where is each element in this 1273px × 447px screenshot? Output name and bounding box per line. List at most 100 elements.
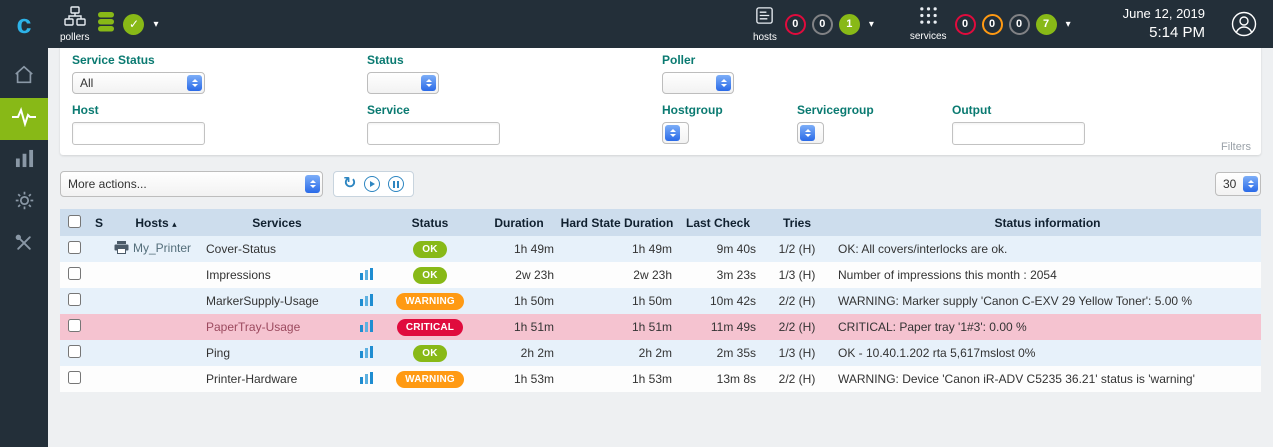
sidebar-item-configuration[interactable] — [0, 182, 48, 224]
duration-cell: 1h 53m — [480, 366, 558, 392]
duration-cell: 1h 49m — [480, 236, 558, 262]
row-select-cell — [60, 314, 88, 340]
duration-cell: 1h 50m — [480, 288, 558, 314]
select-all-checkbox[interactable] — [68, 215, 81, 228]
pollers-menu[interactable]: pollers — [60, 6, 89, 43]
service-cell: Ping — [202, 340, 352, 366]
chart-icon[interactable] — [360, 294, 373, 306]
chart-cell — [352, 236, 380, 262]
dropdown-arrows-icon — [716, 75, 731, 91]
service-status-select[interactable]: All — [72, 72, 205, 94]
chart-cell — [352, 262, 380, 288]
centreon-logo[interactable]: c — [0, 0, 48, 48]
header-hosts[interactable]: Hosts ▴ — [110, 209, 202, 236]
service-link[interactable]: Printer-Hardware — [206, 372, 297, 386]
services-chevron-down-icon[interactable]: ▾ — [1066, 19, 1071, 30]
pollers-chevron-down-icon[interactable]: ▾ — [153, 19, 158, 30]
status-select[interactable] — [367, 72, 439, 94]
hostgroup-select[interactable] — [662, 122, 689, 144]
row-select-checkbox[interactable] — [68, 293, 81, 306]
services-table: S Hosts ▴ Services Status Duration Hard … — [60, 209, 1261, 392]
sidebar-item-monitoring[interactable] — [0, 98, 48, 140]
row-select-checkbox[interactable] — [68, 241, 81, 254]
host-cell — [110, 262, 202, 288]
more-actions-value: More actions... — [68, 177, 147, 191]
home-icon — [13, 64, 35, 91]
user-profile-button[interactable] — [1231, 11, 1257, 37]
printer-icon — [114, 243, 129, 257]
header-status[interactable]: Status — [380, 209, 480, 236]
row-select-checkbox[interactable] — [68, 319, 81, 332]
poller-ok-check-icon[interactable]: ✓ — [123, 14, 144, 35]
header-services[interactable]: Services — [202, 209, 352, 236]
hosts-count-badge[interactable]: 1 — [839, 14, 860, 35]
service-label: Service — [367, 103, 662, 117]
sidebar-item-reporting[interactable] — [0, 140, 48, 182]
hosts-menu[interactable]: hosts — [753, 5, 777, 43]
service-link[interactable]: MarkerSupply-Usage — [206, 294, 319, 308]
host-input[interactable] — [72, 122, 205, 145]
play-button[interactable] — [364, 176, 380, 192]
hosts-chevron-down-icon[interactable]: ▾ — [869, 19, 874, 30]
status-information-cell: OK - 10.40.1.202 rta 5,617mslost 0% — [834, 340, 1261, 366]
tries-cell: 1/3 (H) — [760, 340, 834, 366]
chart-icon[interactable] — [360, 346, 373, 358]
header-tries[interactable]: Tries — [760, 209, 834, 236]
chart-icon[interactable] — [360, 372, 373, 384]
header-hard-state-duration[interactable]: Hard State Duration — [558, 209, 676, 236]
row-select-checkbox[interactable] — [68, 345, 81, 358]
tries-cell: 2/2 (H) — [760, 288, 834, 314]
filters-panel-label[interactable]: Filters — [1221, 141, 1251, 153]
more-actions-select[interactable]: More actions... — [60, 171, 323, 197]
poller-select[interactable] — [662, 72, 734, 94]
header-duration[interactable]: Duration — [480, 209, 558, 236]
chart-icon[interactable] — [360, 268, 373, 280]
database-icon[interactable] — [97, 11, 115, 38]
last-check-cell: 13m 8s — [676, 366, 760, 392]
hard-state-duration-cell: 1h 51m — [558, 314, 676, 340]
service-link[interactable]: Impressions — [206, 268, 271, 282]
service-cell: Cover-Status — [202, 236, 352, 262]
header-status-information[interactable]: Status information — [834, 209, 1261, 236]
bar-chart-icon — [15, 149, 34, 173]
hosts-count-badge[interactable]: 0 — [785, 14, 806, 35]
output-input[interactable] — [952, 122, 1085, 145]
host-link[interactable]: My_Printer — [133, 241, 191, 255]
table-row: PaperTray-UsageCRITICAL1h 51m1h 51m11m 4… — [60, 314, 1261, 340]
servicegroup-select[interactable] — [797, 122, 824, 144]
servicegroup-label: Servicegroup — [797, 103, 952, 117]
datetime-display: June 12, 2019 5:14 PM — [1123, 6, 1205, 42]
tries-cell: 2/2 (H) — [760, 366, 834, 392]
hard-state-duration-cell: 1h 49m — [558, 236, 676, 262]
service-link[interactable]: Ping — [206, 346, 230, 360]
header-last-check[interactable]: Last Check — [676, 209, 760, 236]
refresh-button[interactable]: ↻ — [343, 176, 356, 192]
service-cell: Printer-Hardware — [202, 366, 352, 392]
row-select-checkbox[interactable] — [68, 371, 81, 384]
service-link[interactable]: Cover-Status — [206, 242, 276, 256]
tools-icon — [14, 233, 34, 258]
services-menu[interactable]: services — [910, 6, 947, 42]
severity-cell — [88, 366, 110, 392]
services-count-badge[interactable]: 0 — [1009, 14, 1030, 35]
sidebar-item-home[interactable] — [0, 56, 48, 98]
chart-icon[interactable] — [360, 320, 373, 332]
service-link[interactable]: PaperTray-Usage — [206, 320, 300, 334]
row-select-cell — [60, 340, 88, 366]
sidebar-item-administration[interactable] — [0, 224, 48, 266]
pollers-icon — [64, 6, 86, 31]
tries-cell: 2/2 (H) — [760, 314, 834, 340]
services-count-badge[interactable]: 7 — [1036, 14, 1057, 35]
services-count-badge[interactable]: 0 — [955, 14, 976, 35]
rows-per-page-value: 30 — [1223, 177, 1236, 191]
host-label: Host — [72, 103, 367, 117]
hosts-count-badge[interactable]: 0 — [812, 14, 833, 35]
row-select-checkbox[interactable] — [68, 267, 81, 280]
table-header-row: S Hosts ▴ Services Status Duration Hard … — [60, 209, 1261, 236]
pause-button[interactable] — [388, 176, 404, 192]
service-cell: PaperTray-Usage — [202, 314, 352, 340]
service-input[interactable] — [367, 122, 500, 145]
services-count-badge[interactable]: 0 — [982, 14, 1003, 35]
status-information-cell: CRITICAL: Paper tray '1#3': 0.00 % — [834, 314, 1261, 340]
rows-per-page-select[interactable]: 30 — [1215, 172, 1261, 196]
